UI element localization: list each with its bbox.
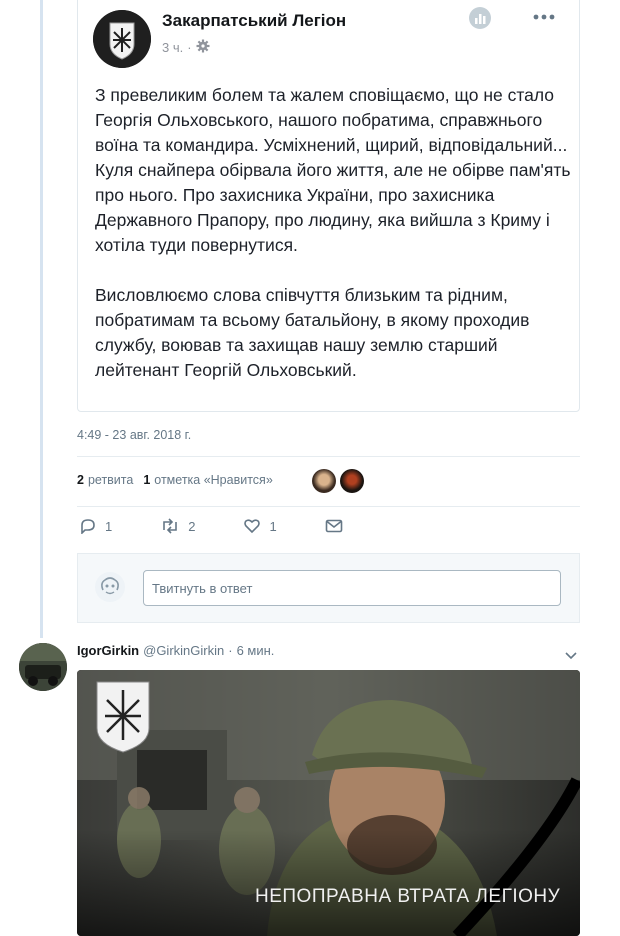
- tweet-time[interactable]: 6 мин.: [237, 643, 275, 658]
- likes-label[interactable]: отметка «Нравится»: [154, 473, 273, 487]
- author-handle[interactable]: @GirkinGirkin: [143, 643, 224, 658]
- tweet-stats: 2 ретвита 1 отметка «Нравится»: [77, 473, 273, 487]
- direct-message-button[interactable]: [325, 519, 343, 533]
- page-avatar[interactable]: [93, 10, 151, 68]
- tweet-timestamp[interactable]: 4:49 - 23 авг. 2018 г.: [77, 428, 191, 442]
- reply-icon: [79, 518, 97, 534]
- reply-composer: Твитнуть в ответ: [77, 553, 580, 623]
- reply-input[interactable]: Твитнуть в ответ: [143, 570, 561, 606]
- heart-icon: [243, 518, 261, 534]
- like-count: 1: [269, 518, 277, 534]
- retweet-icon: [160, 518, 180, 534]
- tweet-header: IgorGirkin @GirkinGirkin · 6 мин.: [77, 643, 274, 658]
- header-separator: ·: [228, 643, 233, 658]
- likers-list: [312, 469, 364, 493]
- retweet-count: 2: [188, 518, 196, 534]
- retweets-label[interactable]: ретвита: [88, 473, 133, 487]
- chevron-down-icon[interactable]: [565, 647, 577, 660]
- retweets-count[interactable]: 2: [77, 473, 84, 487]
- divider: [77, 506, 580, 507]
- post-paragraph: З превеликим болем та жалем сповіщаємо, …: [95, 85, 571, 255]
- likes-count[interactable]: 1: [143, 473, 150, 487]
- like-button[interactable]: 1: [243, 518, 277, 534]
- user-avatar[interactable]: [94, 571, 126, 603]
- thread-line: [40, 0, 43, 638]
- page-name[interactable]: Закарпатський Легіон: [162, 11, 346, 31]
- media-caption: НЕПОПРАВНА ВТРАТА ЛЕГІОНУ: [255, 886, 561, 907]
- liker-avatar[interactable]: [340, 469, 364, 493]
- post-body: З превеликим болем та жалем сповіщаємо, …: [95, 83, 575, 408]
- more-options-icon[interactable]: [533, 7, 555, 21]
- envelope-icon: [325, 519, 343, 533]
- author-name[interactable]: IgorGirkin: [77, 643, 139, 658]
- tweet-actions: 1 2 1: [79, 518, 391, 534]
- liker-avatar[interactable]: [312, 469, 336, 493]
- post-time[interactable]: 3 ч.: [162, 40, 183, 55]
- post-paragraph: Висловлюємо слова співчуття близьким та …: [95, 285, 530, 380]
- reply-button[interactable]: 1: [79, 518, 112, 534]
- tweet-media-image[interactable]: НЕПОПРАВНА ВТРАТА ЛЕГІОНУ: [77, 670, 580, 936]
- author-avatar[interactable]: [19, 643, 67, 691]
- meta-dot: ·: [187, 40, 192, 55]
- divider: [77, 456, 580, 457]
- reply-count: 1: [105, 518, 113, 534]
- post-meta: 3 ч. ·: [162, 39, 210, 56]
- gear-icon: [196, 39, 210, 56]
- embedded-post-card[interactable]: Закарпатський Легіон 3 ч. · З превеликим…: [77, 0, 580, 412]
- retweet-button[interactable]: 2: [160, 518, 195, 534]
- analytics-icon[interactable]: [469, 7, 491, 29]
